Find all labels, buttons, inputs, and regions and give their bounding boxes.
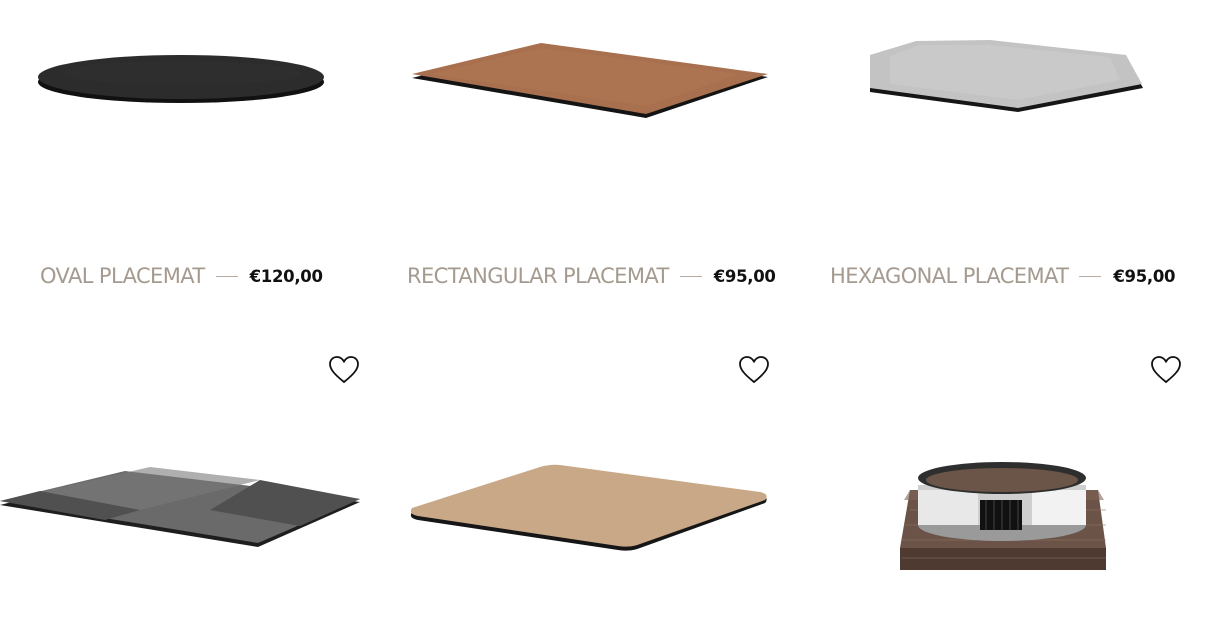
product-card-oval-placemat[interactable]: OVAL PLACEMAT €120,00 — [0, 0, 380, 310]
rectangular-placemat-image[interactable] — [390, 0, 790, 140]
product-card-square-placemat[interactable] — [390, 340, 790, 623]
hexagonal-placemat-image[interactable] — [800, 0, 1205, 140]
name-price-separator — [679, 275, 702, 277]
product-card-rectangular-placemat[interactable]: RECTANGULAR PLACEMAT €95,00 — [390, 0, 790, 310]
product-card-desk-pad[interactable] — [0, 340, 380, 623]
product-card-coaster-set[interactable] — [800, 340, 1205, 623]
product-name[interactable]: HEXAGONAL PLACEMAT — [830, 264, 1069, 288]
heart-outline-icon[interactable] — [328, 355, 360, 385]
name-price-separator — [215, 275, 238, 277]
name-price-separator — [1079, 275, 1102, 277]
product-name[interactable]: OVAL PLACEMAT — [40, 264, 205, 288]
product-price: €120,00 — [249, 266, 323, 286]
product-name[interactable]: RECTANGULAR PLACEMAT — [407, 264, 669, 288]
heart-outline-icon[interactable] — [738, 355, 770, 385]
square-placemat-image[interactable] — [390, 340, 790, 570]
coaster-set-image[interactable] — [800, 340, 1205, 580]
product-price: €95,00 — [713, 266, 776, 286]
product-card-hexagonal-placemat[interactable]: HEXAGONAL PLACEMAT €95,00 — [800, 0, 1205, 310]
heart-outline-icon[interactable] — [1150, 355, 1182, 385]
product-price: €95,00 — [1113, 266, 1176, 286]
desk-pad-image[interactable] — [0, 340, 380, 570]
oval-placemat-image[interactable] — [0, 0, 380, 140]
